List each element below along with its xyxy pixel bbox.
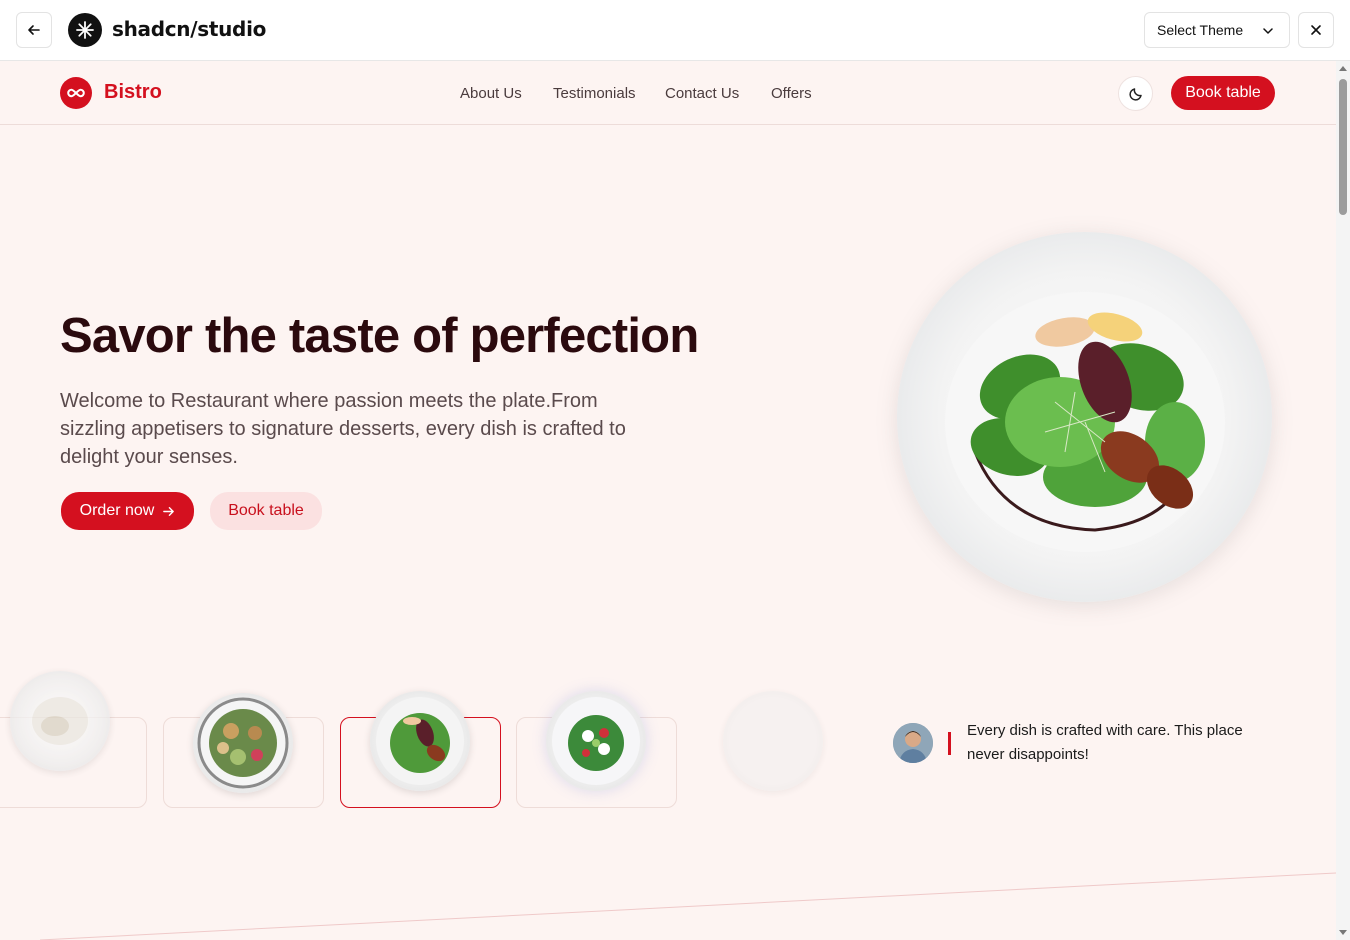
order-now-label: Order now	[79, 502, 155, 519]
nav-testimonials[interactable]: Testimonials	[553, 85, 636, 102]
testimonial-quote: Every dish is crafted with care. This pl…	[967, 722, 1243, 763]
theme-toggle-button[interactable]	[1118, 76, 1153, 111]
theme-select[interactable]: Select Theme	[1144, 12, 1290, 48]
preview-frame: Bistro About Us Testimonials Contact Us …	[0, 61, 1336, 940]
close-button[interactable]	[1298, 12, 1334, 48]
brand-logo[interactable]	[60, 77, 92, 109]
nav-offers[interactable]: Offers	[771, 85, 812, 102]
asterisk-logo-icon	[76, 21, 94, 39]
hero-title: Savor the taste of perfection	[60, 309, 699, 363]
dish-thumbnail-image	[723, 691, 823, 791]
nav-about-us[interactable]: About Us	[460, 85, 522, 102]
scroll-up-arrow-icon[interactable]	[1339, 66, 1347, 71]
moon-icon	[1128, 87, 1142, 101]
scrollbar-thumb[interactable]	[1339, 79, 1347, 215]
studio-logo	[68, 13, 102, 47]
quote-accent-bar	[948, 732, 951, 755]
scrollbar[interactable]	[1336, 61, 1350, 940]
nav-contact-us[interactable]: Contact Us	[665, 85, 739, 102]
avatar	[893, 723, 933, 763]
hero-dish-image	[897, 232, 1272, 602]
theme-select-label: Select Theme	[1157, 22, 1244, 38]
scroll-down-arrow-icon[interactable]	[1339, 930, 1347, 935]
back-button[interactable]	[16, 12, 52, 48]
brand-name[interactable]: Bistro	[104, 81, 162, 104]
dish-thumbnail-image	[370, 691, 470, 791]
site-navbar: Bistro About Us Testimonials Contact Us …	[0, 61, 1336, 125]
arrow-right-icon	[163, 506, 175, 516]
dish-thumbnail-image	[10, 671, 110, 771]
infinity-logo-icon	[67, 88, 85, 98]
studio-toolbar: shadcn/studio Select Theme	[0, 0, 1350, 61]
hero-book-table-button[interactable]: Book table	[210, 492, 322, 530]
dish-thumbnail-image	[546, 691, 646, 791]
salad-plate-image	[944, 292, 1225, 552]
dish-thumbnail-image	[193, 693, 293, 793]
studio-title: shadcn/studio	[112, 17, 267, 41]
chevron-down-icon	[1263, 28, 1273, 34]
hero-description: Welcome to Restaurant where passion meet…	[60, 390, 626, 468]
arrow-left-icon	[28, 25, 40, 35]
nav-book-table-button[interactable]: Book table	[1171, 76, 1275, 110]
order-now-button[interactable]: Order now	[61, 492, 194, 530]
close-icon	[1311, 25, 1321, 35]
